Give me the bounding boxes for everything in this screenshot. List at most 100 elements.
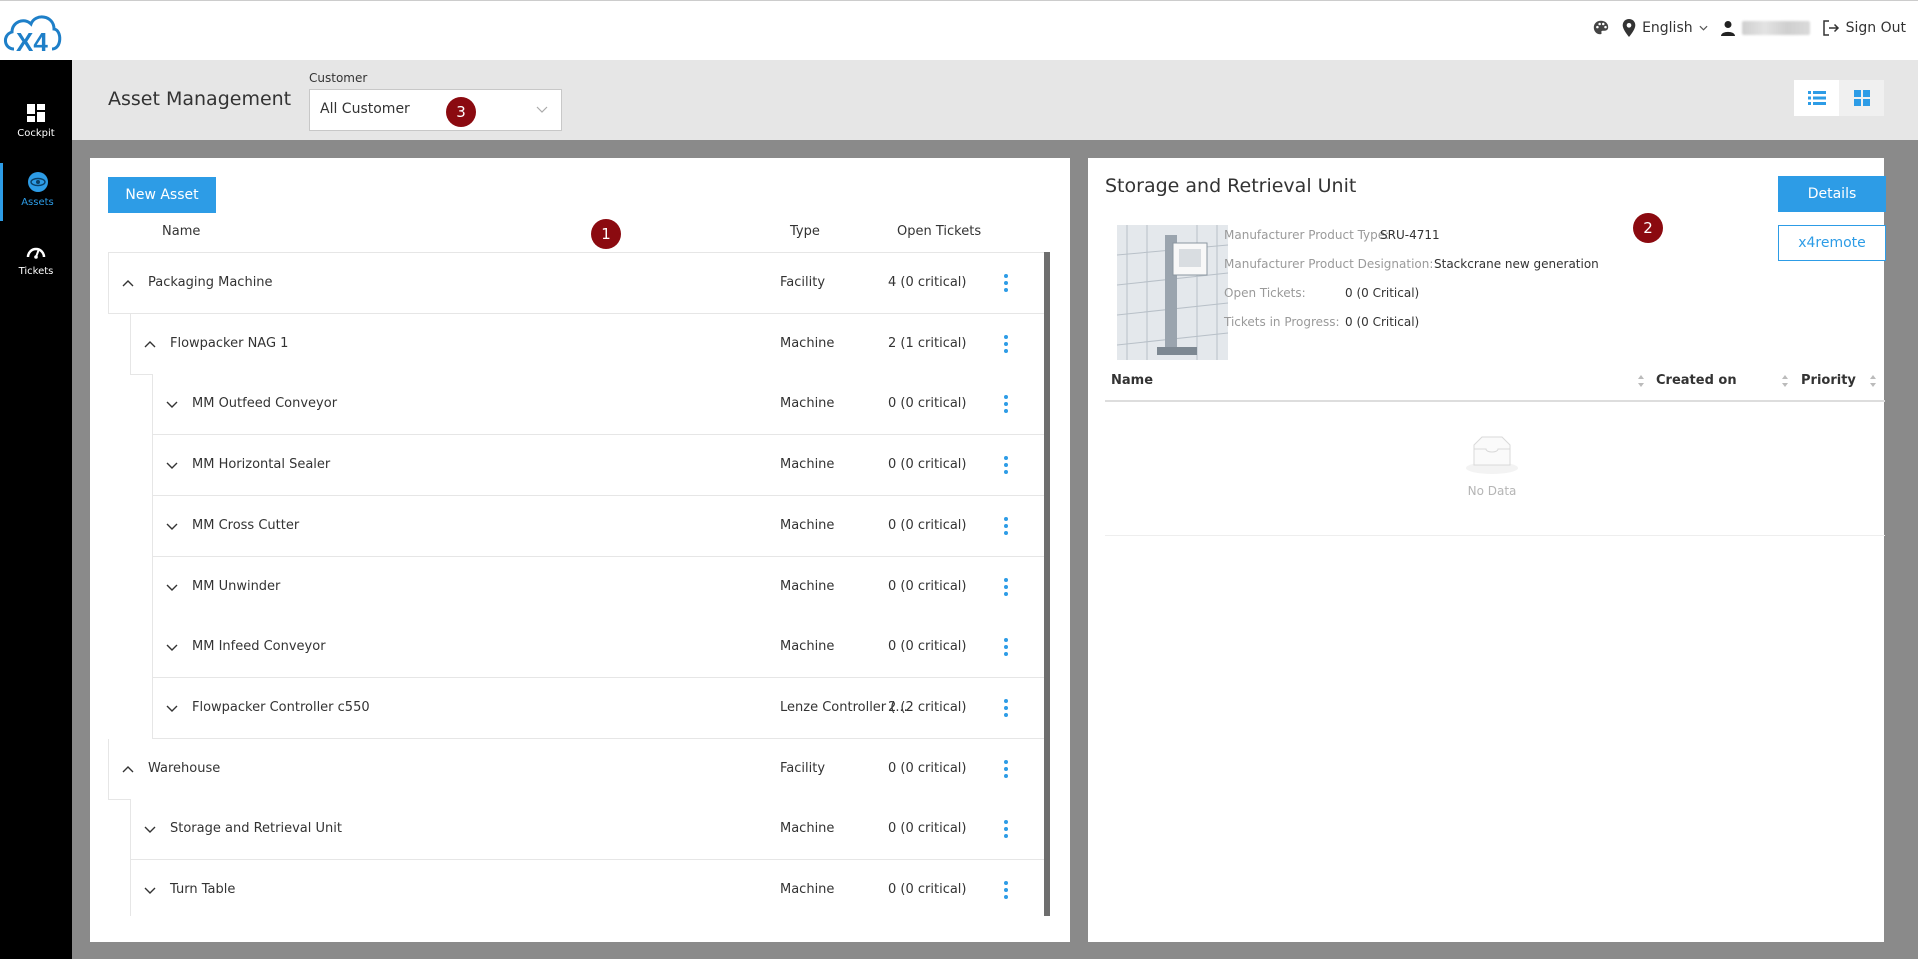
tree-row-type: Machine xyxy=(780,335,835,351)
tree-row-type: Machine xyxy=(780,639,835,655)
sort-icon[interactable] xyxy=(1781,374,1789,388)
user-menu[interactable] xyxy=(1720,20,1810,36)
asset-tree: Packaging Machine Facility 4 (0 critical) F… xyxy=(108,252,1048,916)
tree-row-name: Turn Table xyxy=(170,882,236,897)
chevron-down-icon[interactable] xyxy=(165,397,179,411)
tree-row[interactable]: MM Cross Cutter Machine 0 (0 critical) xyxy=(152,495,1044,557)
svg-text:X4: X4 xyxy=(16,27,48,57)
tree-row-type: Machine xyxy=(780,517,835,533)
tree-row[interactable]: Packaging Machine Facility 4 (0 critical) xyxy=(108,253,1044,314)
tickets-icon xyxy=(26,247,46,259)
tree-row-open-tickets: 0 (0 critical) xyxy=(888,882,967,897)
kebab-menu-icon[interactable] xyxy=(1001,819,1011,839)
table-header-priority[interactable]: Priority xyxy=(1801,373,1856,388)
empty-state-text: No Data xyxy=(1467,484,1517,498)
sort-icon[interactable] xyxy=(1869,374,1877,388)
tree-row[interactable]: Storage and Retrieval Unit Machine 0 (0 cr… xyxy=(130,799,1044,861)
chevron-down-icon xyxy=(1699,25,1708,31)
view-toggle xyxy=(1794,80,1884,116)
column-header-name[interactable]: Name xyxy=(162,224,200,239)
grid-view-button[interactable] xyxy=(1839,80,1884,116)
theme-palette-button[interactable] xyxy=(1592,19,1610,37)
tree-row[interactable]: Flowpacker NAG 1 Machine 2 (1 critical) xyxy=(130,313,1044,375)
page-title: Asset Management xyxy=(108,88,292,110)
tree-row-name: MM Cross Cutter xyxy=(192,517,300,533)
tree-row[interactable]: MM Unwinder Machine 0 (0 critical) xyxy=(152,556,1044,618)
column-header-open-tickets[interactable]: Open Tickets xyxy=(897,224,981,239)
new-asset-button[interactable]: New Asset xyxy=(108,177,216,213)
tree-row[interactable]: Flowpacker Controller c550 Lenze Controll… xyxy=(152,677,1044,739)
tree-row[interactable]: MM Outfeed Conveyor Machine 0 (0 critical) xyxy=(152,374,1044,436)
table-header-name[interactable]: Name xyxy=(1111,373,1153,388)
kebab-menu-icon[interactable] xyxy=(1001,394,1011,414)
chevron-down-icon[interactable] xyxy=(165,580,179,594)
x4remote-button[interactable]: x4remote xyxy=(1778,225,1886,261)
nav-label: Assets xyxy=(21,197,54,208)
chevron-down-icon[interactable] xyxy=(165,640,179,654)
sign-out-button[interactable]: Sign Out xyxy=(1822,19,1906,37)
tree-row-type: Facility xyxy=(780,275,826,290)
kebab-menu-icon[interactable] xyxy=(1001,516,1011,536)
list-view-button[interactable] xyxy=(1794,80,1839,116)
tree-row[interactable]: MM Horizontal Sealer Machine 0 (0 critical… xyxy=(152,435,1044,497)
sort-icon[interactable] xyxy=(1637,374,1645,388)
asset-tree-panel: New Asset Name Type Open Tickets Packagi… xyxy=(90,158,1070,942)
nav-item-tickets[interactable]: Tickets xyxy=(0,232,72,290)
tree-row-open-tickets: 4 (0 critical) xyxy=(888,275,967,290)
prop-tickets-in-progress: Tickets in Progress: 0 (0 Critical) xyxy=(1224,315,1419,329)
prop-key: Manufacturer Product Designation: xyxy=(1224,257,1434,271)
tree-scrollbar[interactable] xyxy=(1044,252,1050,916)
prop-value: 0 (0 Critical) xyxy=(1345,315,1420,329)
sign-out-icon xyxy=(1822,20,1839,36)
empty-inbox-icon xyxy=(1466,436,1518,474)
language-selector[interactable]: English xyxy=(1622,19,1708,37)
chevron-up-icon[interactable] xyxy=(121,762,135,776)
chevron-down-icon[interactable] xyxy=(143,822,157,836)
chevron-down-icon[interactable] xyxy=(165,701,179,715)
x4-logo[interactable]: X4 xyxy=(0,5,62,57)
tree-row-name: Flowpacker NAG 1 xyxy=(170,335,289,351)
tree-row[interactable]: Warehouse Facility 0 (0 critical) xyxy=(108,738,1044,800)
kebab-menu-icon[interactable] xyxy=(1001,273,1011,293)
tree-row-name: MM Unwinder xyxy=(192,578,281,594)
prop-key: Tickets in Progress: xyxy=(1224,315,1340,329)
kebab-menu-icon[interactable] xyxy=(1001,577,1011,597)
chevron-down-icon[interactable] xyxy=(165,458,179,472)
asset-detail-title: Storage and Retrieval Unit xyxy=(1105,175,1357,197)
details-button[interactable]: Details xyxy=(1778,176,1886,212)
nav-item-cockpit[interactable]: Cockpit xyxy=(0,94,72,152)
customer-select[interactable]: All Customer xyxy=(309,89,562,131)
kebab-menu-icon[interactable] xyxy=(1001,880,1011,900)
kebab-menu-icon[interactable] xyxy=(1001,637,1011,657)
callout-badge-3: 3 xyxy=(446,97,476,127)
palette-icon xyxy=(1593,20,1609,35)
kebab-menu-icon[interactable] xyxy=(1001,455,1011,475)
assets-icon xyxy=(27,172,48,192)
chevron-up-icon[interactable] xyxy=(121,276,135,290)
location-pin-icon xyxy=(1622,19,1636,37)
asset-image xyxy=(1117,225,1228,360)
chevron-up-icon[interactable] xyxy=(143,337,157,351)
customer-select-value: All Customer xyxy=(320,101,410,117)
tree-row-open-tickets: 0 (0 critical) xyxy=(888,639,967,655)
tree-row-open-tickets: 2 (1 critical) xyxy=(888,335,967,351)
column-header-type[interactable]: Type xyxy=(790,224,820,239)
kebab-menu-icon[interactable] xyxy=(1001,759,1011,779)
customer-label: Customer xyxy=(309,71,368,85)
chevron-down-icon[interactable] xyxy=(143,883,157,897)
tree-row[interactable]: Turn Table Machine 0 (0 critical) xyxy=(130,860,1044,916)
kebab-menu-icon[interactable] xyxy=(1001,698,1011,718)
prop-product-designation: Manufacturer Product Designation: Stackc… xyxy=(1224,257,1599,271)
table-header-created-on[interactable]: Created on xyxy=(1656,373,1737,388)
tree-row-type: Facility xyxy=(780,760,826,776)
kebab-menu-icon[interactable] xyxy=(1001,334,1011,354)
tree-row-type: Machine xyxy=(780,821,835,837)
tree-row[interactable]: MM Infeed Conveyor Machine 0 (0 critical) xyxy=(152,617,1044,679)
tree-row-type: Machine xyxy=(780,396,835,412)
tree-row-type: Machine xyxy=(780,882,835,897)
nav-item-assets[interactable]: Assets xyxy=(0,163,72,221)
tree-row-open-tickets: 0 (0 critical) xyxy=(888,821,967,837)
user-icon xyxy=(1720,21,1735,36)
chevron-down-icon[interactable] xyxy=(165,519,179,533)
tree-row-name: Warehouse xyxy=(148,760,221,776)
